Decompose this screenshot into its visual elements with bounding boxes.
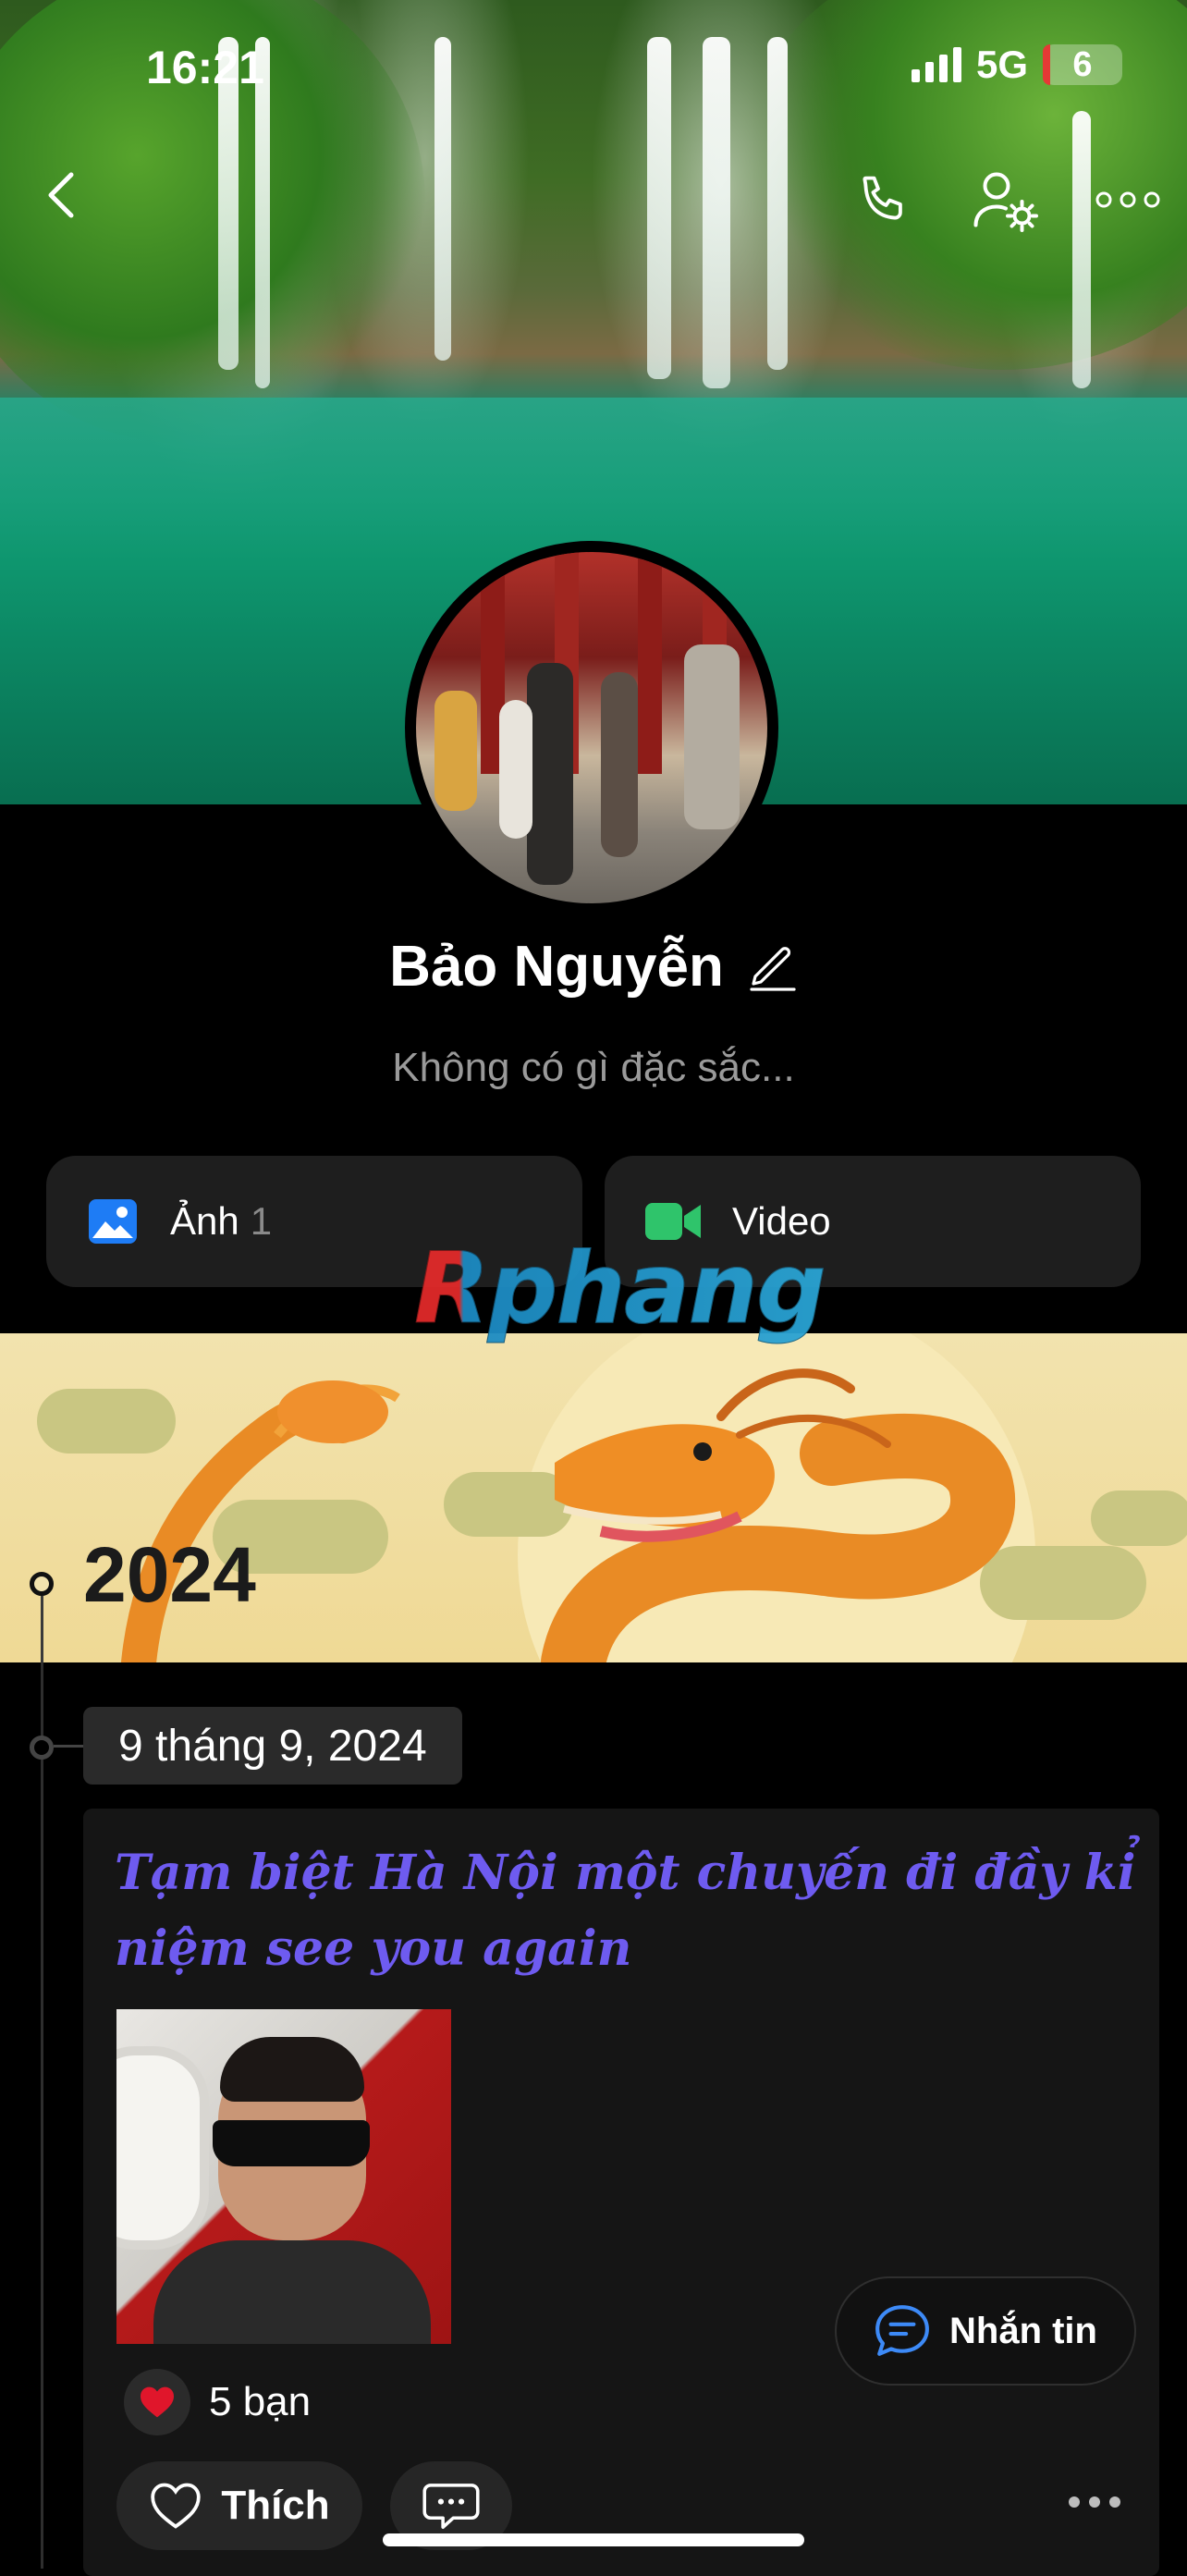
post-date: 9 tháng 9, 2024	[83, 1707, 462, 1785]
reactions-summary[interactable]: 5 bạn	[124, 2369, 311, 2435]
timeline-line	[41, 1662, 43, 2569]
avatar[interactable]	[405, 541, 778, 914]
post-photo[interactable]	[116, 2009, 451, 2344]
network-label: 5G	[975, 43, 1028, 86]
sunglasses-icon	[213, 2120, 370, 2166]
heart-icon	[141, 2386, 174, 2418]
reactions-label: 5 bạn	[209, 2379, 312, 2424]
post-text: Tạm biệt Hà Nội một chuyến đi đầy kỉ niệ…	[115, 1845, 1136, 1977]
watermark-logo: Rphang	[414, 1232, 827, 1346]
more-dot	[1109, 2496, 1120, 2508]
cover-waterfall	[703, 37, 730, 388]
chat-bubble-icon	[875, 2305, 929, 2356]
timeline-date-dot	[30, 1736, 54, 1760]
comment-icon	[422, 2484, 480, 2530]
timeline-year-dot	[30, 1572, 54, 1596]
heart-outline-icon	[151, 2483, 202, 2529]
cover-waterfall	[647, 37, 671, 379]
photo-icon	[89, 1199, 137, 1244]
signal-icon	[911, 47, 961, 82]
photo-person-hair	[220, 2037, 364, 2102]
home-indicator	[383, 2533, 804, 2546]
message-button[interactable]: Nhắn tin	[835, 2276, 1136, 2386]
battery-icon: 6	[1043, 44, 1122, 85]
heart-reaction-badge	[124, 2369, 190, 2435]
like-button[interactable]: Thích	[116, 2461, 362, 2550]
profile-bio[interactable]: Không có gì đặc sắc...	[0, 1045, 1187, 1091]
message-label: Nhắn tin	[949, 2310, 1097, 2351]
cover-waterfall	[1072, 111, 1091, 388]
edit-name-button[interactable]	[746, 937, 798, 997]
user-gear-icon	[973, 172, 1039, 232]
battery-level: 6	[1072, 44, 1093, 84]
more-dot	[1089, 2496, 1100, 2508]
photo-window	[116, 2046, 209, 2250]
timeline-line	[41, 1596, 43, 1662]
profile-settings-button[interactable]	[961, 157, 1050, 242]
profile-name-row: Bảo Nguyễn	[0, 934, 1187, 1000]
chevron-left-icon	[48, 172, 74, 218]
photo-person-shirt	[153, 2240, 431, 2344]
call-button[interactable]	[843, 159, 924, 240]
photos-count: 1	[250, 1199, 273, 1243]
status-time: 16:21	[146, 42, 264, 93]
back-button[interactable]	[28, 163, 92, 227]
profile-name: Bảo Nguyễn	[389, 935, 724, 999]
timeline-connector	[54, 1745, 83, 1748]
pencil-icon	[750, 947, 796, 991]
photos-label-wrap: Ảnh 1	[170, 1199, 272, 1244]
avatar-photo	[416, 552, 767, 903]
timeline-year: 2024	[83, 1531, 256, 1618]
cover-waterfall	[767, 37, 788, 370]
cover-waterfall	[434, 37, 451, 361]
more-dot	[1069, 2496, 1080, 2508]
phone-icon	[863, 176, 902, 220]
more-horizontal-icon	[1095, 191, 1160, 208]
photos-label: Ảnh	[170, 1199, 239, 1243]
more-options-button[interactable]	[1091, 172, 1165, 227]
status-indicators: 5G 6	[911, 43, 1122, 87]
like-label: Thích	[221, 2483, 330, 2528]
post-more-button[interactable]	[1069, 2496, 1120, 2508]
